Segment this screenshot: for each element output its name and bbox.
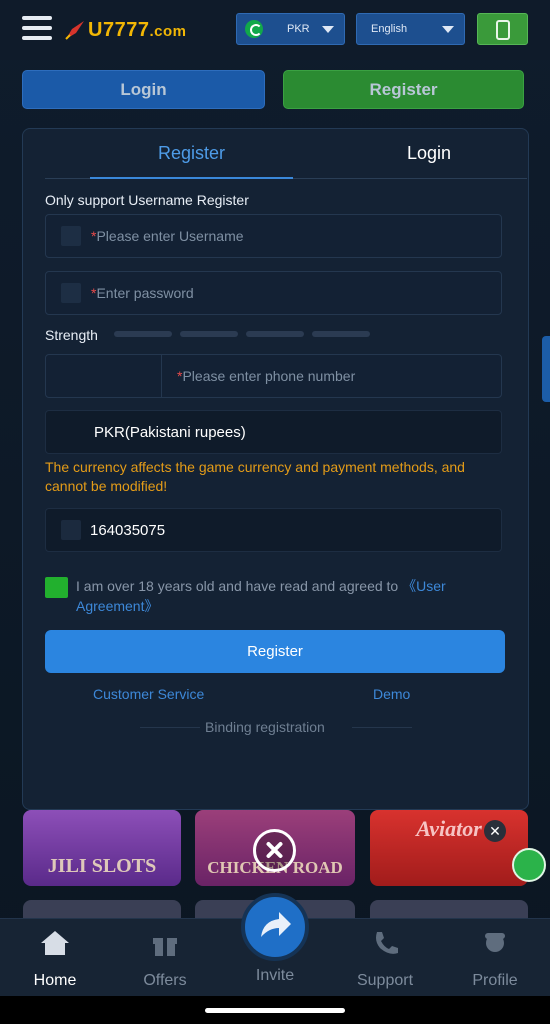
- register-submit-button[interactable]: Register: [45, 630, 505, 673]
- currency-value: PKR(Pakistani rupees): [94, 423, 246, 441]
- rocket-icon: [65, 21, 84, 40]
- language-selector[interactable]: English: [356, 13, 465, 45]
- menu-icon[interactable]: [22, 16, 52, 40]
- game-card-jili-slots[interactable]: JILI SLOTS: [23, 810, 181, 886]
- nav-item-support[interactable]: Support: [340, 929, 430, 990]
- game-card-partial[interactable]: [23, 900, 181, 920]
- phone-placeholder: Please enter phone number: [182, 368, 356, 384]
- tab-login[interactable]: Login: [407, 143, 451, 164]
- pakistan-flag-icon: [245, 20, 263, 38]
- close-modal-button[interactable]: [253, 829, 296, 872]
- customer-service-link[interactable]: Customer Service: [93, 686, 204, 702]
- currency-warning: The currency affects the game currency a…: [45, 459, 465, 494]
- register-button-top[interactable]: Register: [283, 70, 524, 109]
- invite-code-value: 164035075: [90, 521, 166, 539]
- binding-registration-label: Binding registration: [205, 719, 325, 735]
- strength-bar: [180, 331, 238, 337]
- whatsapp-icon[interactable]: [512, 848, 546, 882]
- nav-label: Offers: [143, 972, 187, 989]
- side-scroll-handle[interactable]: [542, 336, 550, 402]
- profile-icon: [485, 933, 505, 952]
- username-field[interactable]: * Please enter Username: [45, 214, 502, 258]
- language-selector-value: English: [371, 23, 408, 35]
- nav-label: Invite: [255, 967, 295, 984]
- smartphone-icon: [496, 20, 510, 40]
- binding-registration[interactable]: Binding registration: [140, 718, 412, 738]
- system-home-bar: [0, 996, 550, 1024]
- gift-icon: [153, 938, 177, 956]
- support-note: Only support Username Register: [45, 192, 249, 208]
- nav-item-home[interactable]: Home: [10, 929, 100, 990]
- user-icon: [61, 226, 81, 246]
- invite-code-field[interactable]: 164035075: [45, 508, 502, 552]
- brand-logo[interactable]: U7777.com: [64, 14, 186, 46]
- chevron-down-icon: [442, 26, 454, 33]
- divider: [352, 727, 412, 728]
- home-indicator[interactable]: [205, 1008, 345, 1013]
- currency-field: PKR(Pakistani rupees): [45, 410, 502, 454]
- strength-bar: [312, 331, 370, 337]
- auth-tabs: Register Login: [45, 129, 527, 181]
- currency-selector-value: PKR: [287, 23, 310, 35]
- currency-selector[interactable]: PKR: [236, 13, 345, 45]
- close-icon[interactable]: ✕: [484, 820, 506, 842]
- password-placeholder: Enter password: [96, 285, 194, 301]
- divider: [140, 727, 200, 728]
- nav-label: Support: [356, 972, 414, 989]
- game-card-aviator[interactable]: Aviator: [370, 810, 528, 886]
- strength-bar: [246, 331, 304, 337]
- phone-icon: [376, 932, 398, 954]
- nav-label: Profile: [472, 972, 518, 989]
- screen: U7777.com PKR English Login Register JIL…: [0, 0, 550, 1024]
- agreement-checkbox[interactable]: [45, 577, 68, 598]
- nav-item-profile[interactable]: Profile: [450, 929, 540, 990]
- chevron-down-icon: [322, 26, 334, 33]
- password-field[interactable]: * Enter password: [45, 271, 502, 315]
- nav-label: Home: [33, 972, 77, 989]
- game-title: JILI SLOTS: [47, 855, 157, 877]
- mobile-app-button[interactable]: [477, 13, 528, 45]
- agreement-text: I am over 18 years old and have read and…: [76, 576, 501, 616]
- share-icon: [261, 912, 291, 937]
- invite-button[interactable]: [241, 893, 309, 961]
- strength-bar: [114, 331, 172, 337]
- logo-suffix: .com: [149, 22, 187, 40]
- username-placeholder: Please enter Username: [96, 228, 244, 244]
- strength-label: Strength: [45, 327, 98, 343]
- invite-code-icon: [61, 520, 81, 540]
- game-card-partial[interactable]: [370, 900, 528, 920]
- logo-text: U7777: [88, 18, 150, 41]
- active-tab-indicator: [90, 177, 293, 179]
- top-bar: U7777.com PKR English: [0, 0, 550, 60]
- phone-field[interactable]: * Please enter phone number: [45, 354, 502, 398]
- home-icon: [41, 931, 69, 955]
- tab-register[interactable]: Register: [158, 143, 225, 164]
- agreement-label: I am over 18 years old and have read and…: [76, 578, 403, 594]
- demo-link[interactable]: Demo: [373, 686, 410, 702]
- lock-icon: [61, 283, 81, 303]
- nav-item-offers[interactable]: Offers: [120, 929, 210, 990]
- country-code-selector[interactable]: [46, 355, 162, 397]
- login-button[interactable]: Login: [22, 70, 265, 109]
